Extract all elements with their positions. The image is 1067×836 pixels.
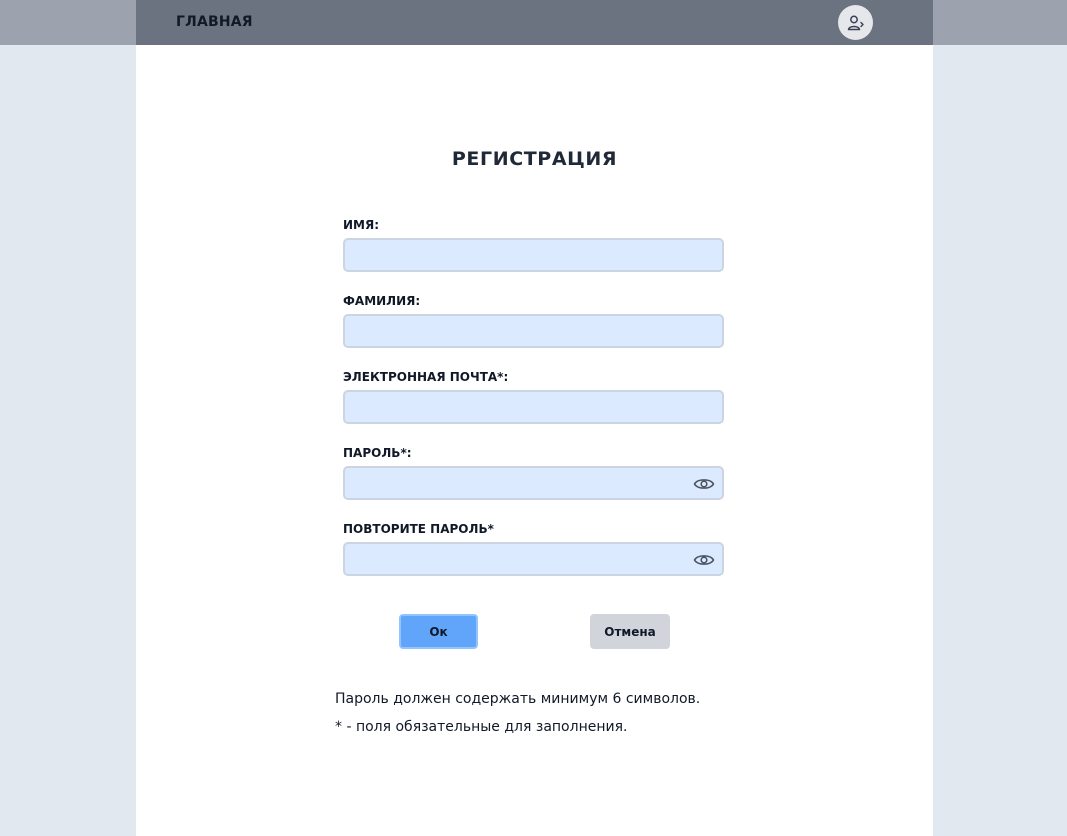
repeat-password-input[interactable] — [343, 542, 724, 576]
email-label: ЭЛЕКТРОННАЯ ПОЧТА*: — [343, 370, 509, 384]
password-rule-note: Пароль должен содержать минимум 6 символ… — [335, 691, 701, 707]
eye-icon — [693, 479, 715, 489]
cancel-button[interactable]: Отмена — [590, 614, 670, 649]
navbar: ГЛАВНАЯ — [136, 0, 933, 45]
password-input[interactable] — [343, 466, 724, 500]
user-button[interactable] — [838, 5, 873, 40]
password-label: ПАРОЛЬ*: — [343, 446, 412, 460]
first-name-label: ИМЯ: — [343, 218, 380, 232]
ok-button[interactable]: Ок — [399, 614, 478, 649]
nav-home-link[interactable]: ГЛАВНАЯ — [176, 14, 253, 30]
last-name-label: ФАМИЛИЯ: — [343, 294, 421, 308]
password-visibility-toggle[interactable] — [692, 474, 716, 494]
eye-icon — [693, 555, 715, 565]
repeat-password-visibility-toggle[interactable] — [692, 550, 716, 570]
last-name-input[interactable] — [343, 314, 724, 348]
repeat-password-label: ПОВТОРИТЕ ПАРОЛЬ* — [343, 522, 494, 536]
required-fields-note: * - поля обязательные для заполнения. — [335, 719, 628, 735]
email-input[interactable] — [343, 390, 724, 424]
first-name-input[interactable] — [343, 238, 724, 272]
page-container: ГЛАВНАЯ РЕГИСТРАЦИЯ ИМЯ: ФАМИЛИЯ: ЭЛЕКТР… — [136, 0, 933, 836]
user-login-icon — [847, 15, 864, 30]
page-title: РЕГИСТРАЦИЯ — [451, 148, 618, 170]
